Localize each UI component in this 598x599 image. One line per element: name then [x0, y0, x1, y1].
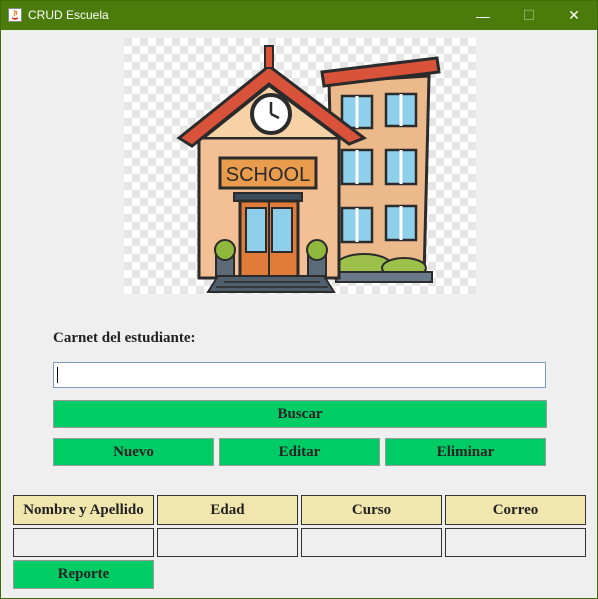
carnet-label: Carnet del estudiante:: [53, 330, 196, 346]
maximize-icon: ☐: [522, 7, 536, 23]
buscar-button[interactable]: Buscar: [53, 400, 547, 428]
reporte-button[interactable]: Reporte: [13, 560, 154, 589]
eliminar-button[interactable]: Eliminar: [385, 438, 546, 466]
maximize-button[interactable]: ☐: [506, 1, 552, 30]
header-edad: Edad: [157, 495, 298, 525]
nuevo-button[interactable]: Nuevo: [53, 438, 214, 466]
text-caret: [57, 367, 58, 383]
header-curso: Curso: [301, 495, 442, 525]
carnet-input[interactable]: [53, 362, 546, 388]
close-button[interactable]: ✕: [551, 1, 597, 30]
minimize-icon: —: [476, 7, 490, 24]
cell-curso[interactable]: [301, 528, 442, 557]
title-bar[interactable]: CRUD Escuela — ☐ ✕: [1, 1, 597, 30]
cell-nombre[interactable]: [13, 528, 154, 557]
close-icon: ✕: [568, 7, 580, 23]
window-title: CRUD Escuela: [28, 8, 109, 22]
cell-correo[interactable]: [445, 528, 586, 557]
java-app-icon: [8, 8, 22, 22]
minimize-button[interactable]: —: [460, 1, 506, 30]
app-window: CRUD Escuela — ☐ ✕ SCHOOL Carnet del est…: [0, 0, 598, 599]
school-sign-text: SCHOOL: [226, 164, 310, 186]
header-nombre: Nombre y Apellido: [13, 495, 154, 525]
school-building-illustration: SCHOOL: [124, 38, 476, 294]
cell-edad[interactable]: [157, 528, 298, 557]
editar-button[interactable]: Editar: [219, 438, 380, 466]
header-correo: Correo: [445, 495, 586, 525]
main-panel: SCHOOL Carnet del estudiante: Buscar Nue…: [1, 30, 597, 598]
